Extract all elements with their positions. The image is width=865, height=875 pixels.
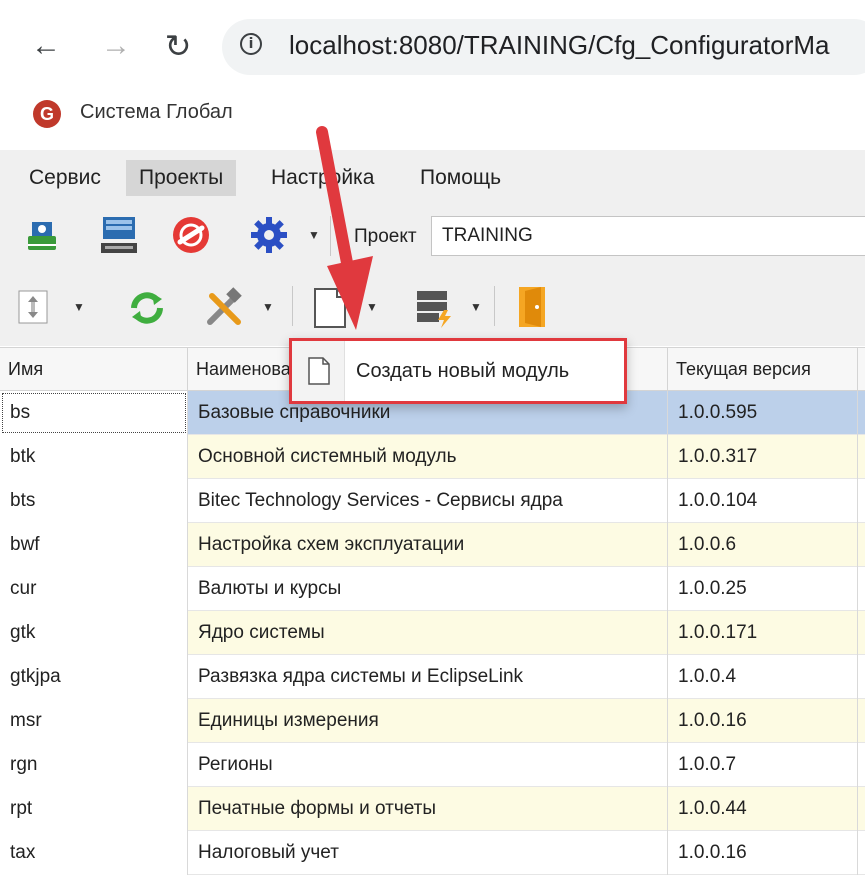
settings-gear-icon[interactable] [246, 212, 292, 258]
cell-version[interactable]: 1.0.0.6 [668, 523, 858, 567]
cell-version[interactable]: 1.0.0.4 [668, 655, 858, 699]
cell-title[interactable]: Печатные формы и отчеты [188, 787, 668, 831]
cell-name[interactable]: bs [0, 391, 188, 435]
cell-name[interactable]: bts [0, 479, 188, 523]
toolbar-separator-3 [494, 286, 495, 326]
tools-dropdown-arrow-icon[interactable]: ▼ [262, 300, 274, 314]
move-dropdown-arrow-icon[interactable]: ▼ [73, 300, 85, 314]
menu-item-help[interactable]: Помощь [407, 160, 514, 196]
cell-name[interactable]: rgn [0, 743, 188, 787]
cell-version[interactable]: 1.0.0.16 [668, 831, 858, 875]
cell-version[interactable]: 1.0.0.7 [668, 743, 858, 787]
url-text[interactable]: localhost:8080/TRAINING/Cfg_Configurator… [289, 30, 829, 61]
table-row[interactable]: bwf Настройка схем эксплуатации 1.0.0.6 [0, 523, 865, 567]
project-select[interactable]: TRAINING [431, 216, 865, 256]
cell-title[interactable]: Налоговый учет [188, 831, 668, 875]
table-row[interactable]: tax Налоговый учет 1.0.0.16 [0, 831, 865, 875]
new-document-icon [306, 355, 332, 387]
table-row[interactable]: rpt Печатные формы и отчеты 1.0.0.44 [0, 787, 865, 831]
cell-version[interactable]: 1.0.0.104 [668, 479, 858, 523]
cell-name[interactable]: rpt [0, 787, 188, 831]
cell-name[interactable]: tax [0, 831, 188, 875]
move-updown-icon[interactable] [14, 288, 52, 326]
database-dropdown-arrow-icon[interactable]: ▼ [470, 300, 482, 314]
table-row[interactable]: msr Единицы измерения 1.0.0.16 [0, 699, 865, 743]
cell-title[interactable]: Bitec Technology Services - Сервисы ядра [188, 479, 668, 523]
menu-item-settings[interactable]: Настройка [258, 160, 387, 196]
table-row[interactable]: btk Основной системный модуль 1.0.0.317 [0, 435, 865, 479]
popup-icon-column [292, 341, 345, 401]
toolbar-separator [330, 216, 331, 256]
new-module-popup-menu: Создать новый модуль [289, 338, 627, 404]
cell-name[interactable]: bwf [0, 523, 188, 567]
new-document-dropdown-arrow-icon[interactable]: ▼ [366, 300, 378, 314]
cell-name[interactable]: gtk [0, 611, 188, 655]
table-row[interactable]: gtk Ядро системы 1.0.0.171 [0, 611, 865, 655]
cell-title[interactable]: Ядро системы [188, 611, 668, 655]
tools-icon[interactable] [200, 285, 248, 331]
app-logo: G [33, 100, 61, 128]
table-row[interactable]: rgn Регионы 1.0.0.7 [0, 743, 865, 787]
exit-door-icon[interactable] [512, 284, 552, 330]
install-icon[interactable] [20, 214, 64, 258]
table-row[interactable]: bts Bitec Technology Services - Сервисы я… [0, 479, 865, 523]
cell-name[interactable]: msr [0, 699, 188, 743]
column-header-version[interactable]: Текущая версия [668, 347, 858, 391]
column-header-name[interactable]: Имя [0, 347, 188, 391]
cell-title[interactable]: Настройка схем эксплуатации [188, 523, 668, 567]
refresh-icon[interactable] [124, 285, 170, 331]
info-icon[interactable]: i [240, 33, 262, 55]
cell-version[interactable]: 1.0.0.595 [668, 391, 858, 435]
cell-title[interactable]: Основной системный модуль [188, 435, 668, 479]
cell-version[interactable]: 1.0.0.171 [668, 611, 858, 655]
settings-dropdown-arrow-icon[interactable]: ▼ [308, 228, 320, 242]
project-label: Проект [354, 226, 417, 247]
reload-icon[interactable]: ↻ [156, 24, 200, 68]
cell-version[interactable]: 1.0.0.16 [668, 699, 858, 743]
cell-version[interactable]: 1.0.0.25 [668, 567, 858, 611]
arrow-right-icon[interactable]: → [94, 24, 138, 68]
cell-version[interactable]: 1.0.0.317 [668, 435, 858, 479]
table-row[interactable]: gtkjpa Развязка ядра системы и EclipseLin… [0, 655, 865, 699]
network-icon[interactable] [96, 212, 142, 258]
cell-version[interactable]: 1.0.0.44 [668, 787, 858, 831]
cell-name[interactable]: btk [0, 435, 188, 479]
menu-item-service[interactable]: Сервис [16, 160, 114, 196]
no-connection-icon[interactable] [168, 212, 214, 258]
toolbar-separator-2 [292, 286, 293, 326]
table-row[interactable]: cur Валюты и курсы 1.0.0.25 [0, 567, 865, 611]
cell-title[interactable]: Валюты и курсы [188, 567, 668, 611]
database-lightning-icon[interactable] [412, 286, 456, 330]
app-name: Система Глобал [80, 101, 233, 123]
cell-name[interactable]: gtkjpa [0, 655, 188, 699]
create-new-module-menu-item[interactable]: Создать новый модуль [356, 341, 569, 401]
menu-item-projects[interactable]: Проекты [126, 160, 237, 196]
arrow-left-icon[interactable]: ← [24, 24, 68, 68]
cell-name[interactable]: cur [0, 567, 188, 611]
cell-title[interactable]: Единицы измерения [188, 699, 668, 743]
new-document-icon[interactable] [310, 286, 350, 330]
cell-title[interactable]: Развязка ядра системы и EclipseLink [188, 655, 668, 699]
cell-title[interactable]: Регионы [188, 743, 668, 787]
